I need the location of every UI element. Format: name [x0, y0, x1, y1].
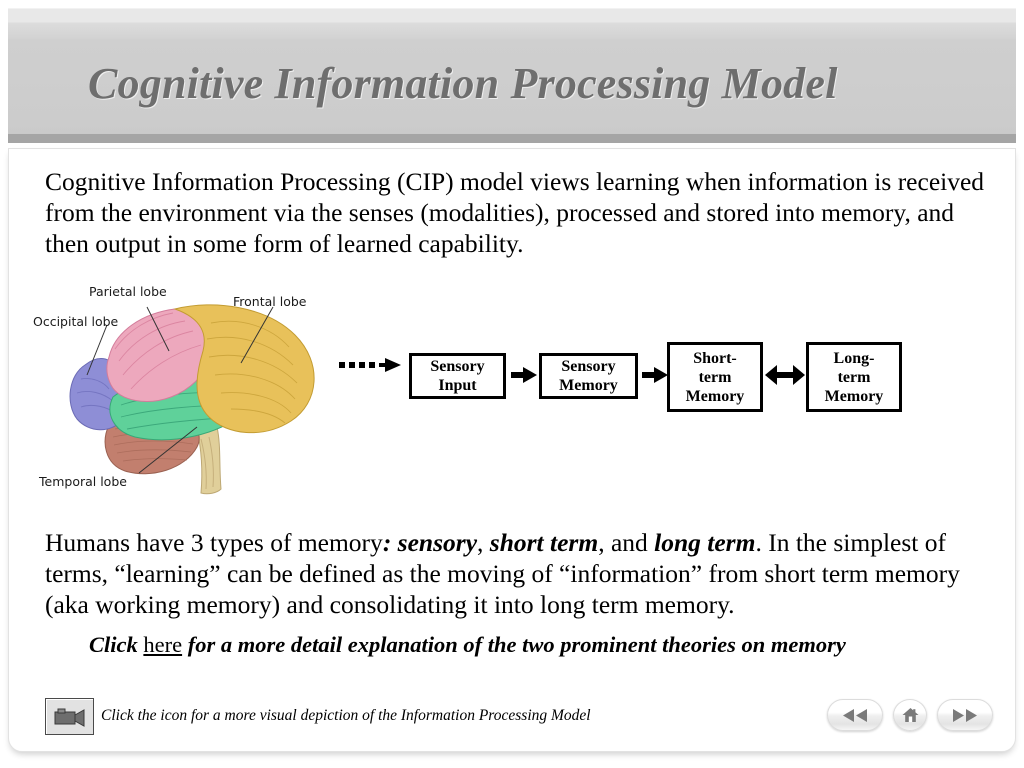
slide: Cognitive Information Processing Model C…: [0, 0, 1024, 768]
video-camera-icon: [54, 708, 84, 727]
label-parietal-lobe: Parietal lobe: [89, 284, 167, 299]
sensory-input-box[interactable]: Sensory Input: [409, 353, 506, 399]
memory-paragraph-seg1: Humans have 3 types of memory: [45, 528, 383, 557]
previous-button[interactable]: [827, 699, 883, 731]
label-occipital-lobe: Occipital lobe: [33, 314, 119, 329]
home-icon: [902, 708, 918, 722]
memory-paragraph-seg5: , and: [598, 528, 655, 557]
memory-paragraph-short-term: short term: [489, 528, 599, 557]
video-caption: Click the icon for a more visual depicti…: [101, 707, 591, 724]
arrow-right-icon-1: [511, 367, 537, 383]
memory-paragraph-long-term: long term: [654, 528, 756, 557]
header-divider: [8, 134, 1016, 143]
video-icon-button[interactable]: [45, 698, 94, 735]
content-panel: Cognitive Information Processing (CIP) m…: [8, 148, 1016, 752]
memory-paragraph-seg3: ,: [477, 528, 490, 557]
long-term-memory-box[interactable]: Long- term Memory: [806, 342, 902, 412]
intro-paragraph: Cognitive Information Processing (CIP) m…: [45, 167, 985, 258]
navigation-bar: [827, 699, 997, 737]
rewind-icon: [843, 708, 867, 722]
brain-illustration: Parietal lobe Frontal lobe Occipital lob…: [33, 279, 371, 504]
memory-paragraph-sensory: : sensory: [382, 528, 478, 557]
home-button[interactable]: [893, 699, 927, 731]
video-caption-wrap: Click the icon for a more visual depicti…: [101, 707, 591, 725]
fast-forward-icon: [953, 708, 977, 722]
short-term-memory-box[interactable]: Short- term Memory: [667, 342, 763, 412]
header-divider-highlight: [8, 143, 1016, 145]
label-temporal-lobe: Temporal lobe: [39, 474, 127, 489]
label-frontal-lobe: Frontal lobe: [233, 294, 307, 309]
brain-svg: [69, 304, 315, 495]
click-here-prefix: Click: [89, 632, 144, 657]
next-button[interactable]: [937, 699, 993, 731]
header-top-hairline: [8, 8, 1016, 9]
dotted-arrow-right-icon: [339, 358, 401, 372]
arrow-right-icon-2: [642, 367, 668, 383]
memory-paragraph: Humans have 3 types of memory: sensory , …: [45, 527, 1005, 620]
page-title: Cognitive Information Processing Model: [88, 59, 838, 108]
here-link[interactable]: here: [143, 632, 182, 657]
arrow-bidirectional-icon: [765, 365, 805, 385]
click-here-line: Click here for a more detail explanation…: [89, 631, 989, 659]
information-processing-flow: Sensory Input Sensory Memory Short- term…: [339, 331, 909, 421]
sensory-memory-box[interactable]: Sensory Memory: [539, 353, 638, 399]
click-here-suffix: for a more detail explanation of the two…: [182, 632, 846, 657]
